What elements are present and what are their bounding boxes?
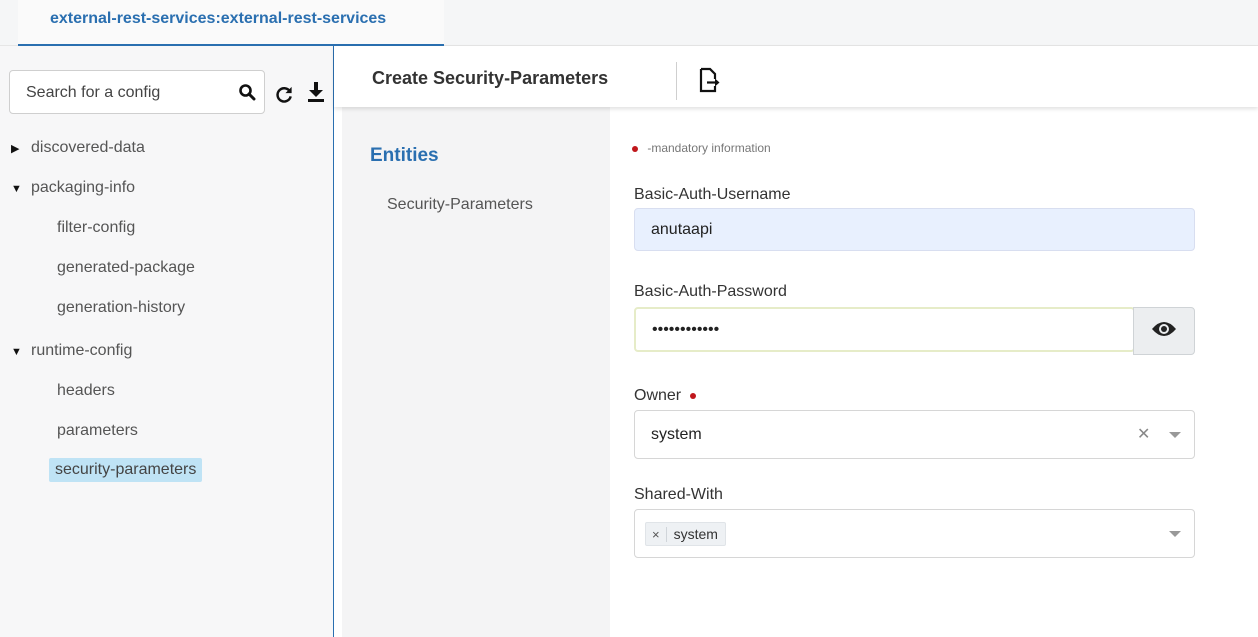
page-title: Create Security-Parameters <box>372 68 609 88</box>
username-field <box>634 208 1195 251</box>
entities-panel: Entities Security-Parameters <box>342 107 610 637</box>
search-input[interactable] <box>10 71 228 115</box>
clear-selection-icon[interactable]: ✕ <box>1137 424 1150 444</box>
refresh-icon[interactable] <box>273 84 295 104</box>
security-parameters-form: -mandatory information Basic-Auth-Userna… <box>610 107 1258 637</box>
export-file-icon[interactable] <box>696 66 722 94</box>
shared-with-tag: × system <box>645 522 726 546</box>
main-header: Create Security-Parameters <box>334 46 1258 107</box>
tree-node-packaging-info[interactable]: ▼ packaging-info <box>11 179 135 197</box>
collapse-caret-icon[interactable]: ▼ <box>11 346 31 358</box>
dropdown-arrow-icon[interactable] <box>1169 531 1181 537</box>
tree-item-security-parameters[interactable]: security-parameters <box>49 458 203 482</box>
remove-tag-icon[interactable]: × <box>646 526 667 542</box>
expand-caret-icon[interactable]: ▶ <box>11 142 31 155</box>
required-dot-icon <box>689 392 696 399</box>
dropdown-arrow-icon[interactable] <box>1169 432 1181 438</box>
top-tab-bar: external-rest-services:external-rest-ser… <box>0 0 1258 46</box>
tree-item-parameters[interactable]: parameters <box>57 422 138 440</box>
search-box <box>9 70 265 115</box>
tree-node-discovered-data[interactable]: ▶ discovered-data <box>11 139 145 157</box>
tree-item-headers[interactable]: headers <box>57 382 115 400</box>
password-input[interactable] <box>636 309 1133 350</box>
tree-node-runtime-config[interactable]: ▼ runtime-config <box>11 342 132 360</box>
eye-icon <box>1151 320 1177 343</box>
tree-item-generated-package[interactable]: generated-package <box>57 259 195 277</box>
username-input[interactable] <box>635 209 1194 250</box>
password-field <box>634 307 1135 352</box>
tag-label: system <box>673 526 718 542</box>
download-icon[interactable] <box>305 80 327 104</box>
search-icon[interactable] <box>236 82 258 102</box>
tab-external-rest-services[interactable]: external-rest-services:external-rest-ser… <box>18 0 444 46</box>
tree-item-generation-history[interactable]: generation-history <box>57 299 185 317</box>
username-label: Basic-Auth-Username <box>634 186 791 203</box>
tab-label: external-rest-services:external-rest-ser… <box>50 10 387 27</box>
collapse-caret-icon[interactable]: ▼ <box>11 183 31 195</box>
owner-label: Owner <box>634 387 696 405</box>
password-label: Basic-Auth-Password <box>634 283 787 300</box>
tree-item-filter-config[interactable]: filter-config <box>57 219 135 237</box>
entity-security-parameters[interactable]: Security-Parameters <box>387 196 533 214</box>
toggle-password-visibility-button[interactable] <box>1133 307 1195 355</box>
shared-with-label: Shared-With <box>634 486 723 503</box>
shared-with-select[interactable]: × system <box>634 509 1195 558</box>
owner-value: system <box>651 425 702 443</box>
mandatory-note: -mandatory information <box>632 141 771 155</box>
entities-heading: Entities <box>370 145 439 166</box>
header-divider <box>676 62 677 100</box>
required-dot-icon <box>632 145 638 152</box>
config-sidebar: ▶discovered-data ▼packaging-info filter-… <box>0 46 334 637</box>
owner-select[interactable]: system ✕ <box>634 410 1195 459</box>
